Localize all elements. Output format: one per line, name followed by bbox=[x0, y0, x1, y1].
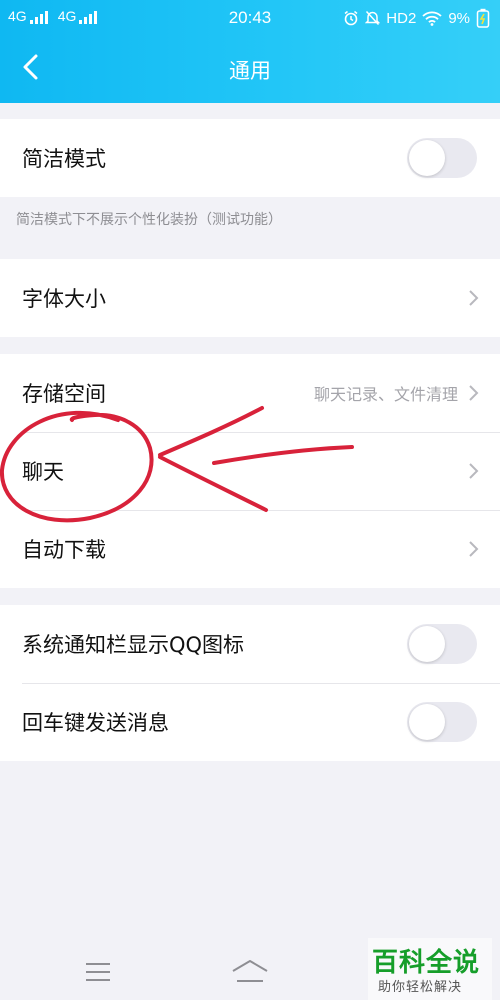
toggle-knob bbox=[409, 140, 445, 176]
chevron-right-icon bbox=[469, 385, 479, 401]
status-bar: 4G 4G 20:43 HD2 9% bbox=[0, 0, 500, 36]
battery-level: 9% bbox=[448, 9, 470, 27]
setting-font-size[interactable]: 字体大小 bbox=[0, 259, 500, 337]
alarm-icon bbox=[344, 10, 358, 26]
setting-auto-download[interactable]: 自动下载 bbox=[0, 510, 500, 588]
setting-label: 存储空间 bbox=[22, 382, 106, 406]
watermark-sub: 助你轻松解决 bbox=[378, 980, 463, 995]
section-storage-chat: 存储空间 聊天记录、文件清理 聊天 自动下载 bbox=[0, 354, 500, 588]
chevron-right-icon bbox=[469, 290, 479, 306]
setting-notify-icon[interactable]: 系统通知栏显示QQ图标 bbox=[0, 605, 500, 683]
setting-simple-mode[interactable]: 简洁模式 bbox=[0, 119, 500, 197]
setting-storage[interactable]: 存储空间 聊天记录、文件清理 bbox=[0, 354, 500, 432]
watermark-main: 百科全说 bbox=[372, 948, 481, 978]
menu-icon[interactable] bbox=[84, 960, 112, 984]
battery-icon bbox=[476, 8, 490, 28]
enter-send-toggle[interactable] bbox=[407, 702, 477, 742]
chevron-right-icon bbox=[469, 463, 479, 479]
toggle-knob bbox=[409, 704, 445, 740]
section-display: 简洁模式 bbox=[0, 119, 500, 197]
setting-label: 自动下载 bbox=[22, 538, 106, 562]
setting-label: 字体大小 bbox=[22, 287, 106, 311]
home-icon[interactable] bbox=[230, 957, 270, 985]
setting-label: 回车键发送消息 bbox=[22, 711, 169, 735]
back-arrow-icon[interactable] bbox=[14, 50, 48, 84]
storage-value: 聊天记录、文件清理 bbox=[313, 385, 458, 404]
header: 4G 4G 20:43 HD2 9% 通用 bbox=[0, 0, 500, 103]
chevron-right-icon bbox=[469, 541, 479, 557]
hd-indicator: HD2 bbox=[386, 9, 417, 27]
section-font: 字体大小 bbox=[0, 259, 500, 337]
mute-icon bbox=[365, 10, 381, 26]
section-notifications: 系统通知栏显示QQ图标 回车键发送消息 bbox=[0, 605, 500, 761]
setting-label: 聊天 bbox=[22, 460, 64, 484]
wifi-icon bbox=[422, 11, 442, 26]
notify-icon-toggle[interactable] bbox=[407, 624, 477, 664]
setting-enter-send[interactable]: 回车键发送消息 bbox=[0, 683, 500, 761]
toggle-knob bbox=[409, 626, 445, 662]
nav-bar: 通用 bbox=[0, 36, 500, 103]
setting-label: 简洁模式 bbox=[22, 147, 106, 171]
simple-mode-toggle[interactable] bbox=[407, 138, 477, 178]
setting-chat[interactable]: 聊天 bbox=[0, 432, 500, 510]
simple-mode-hint: 简洁模式下不展示个性化装扮（测试功能） bbox=[16, 212, 282, 228]
page-title: 通用 bbox=[229, 59, 271, 83]
setting-label: 系统通知栏显示QQ图标 bbox=[22, 633, 245, 657]
watermark: 百科全说 助你轻松解决 bbox=[368, 938, 492, 1000]
